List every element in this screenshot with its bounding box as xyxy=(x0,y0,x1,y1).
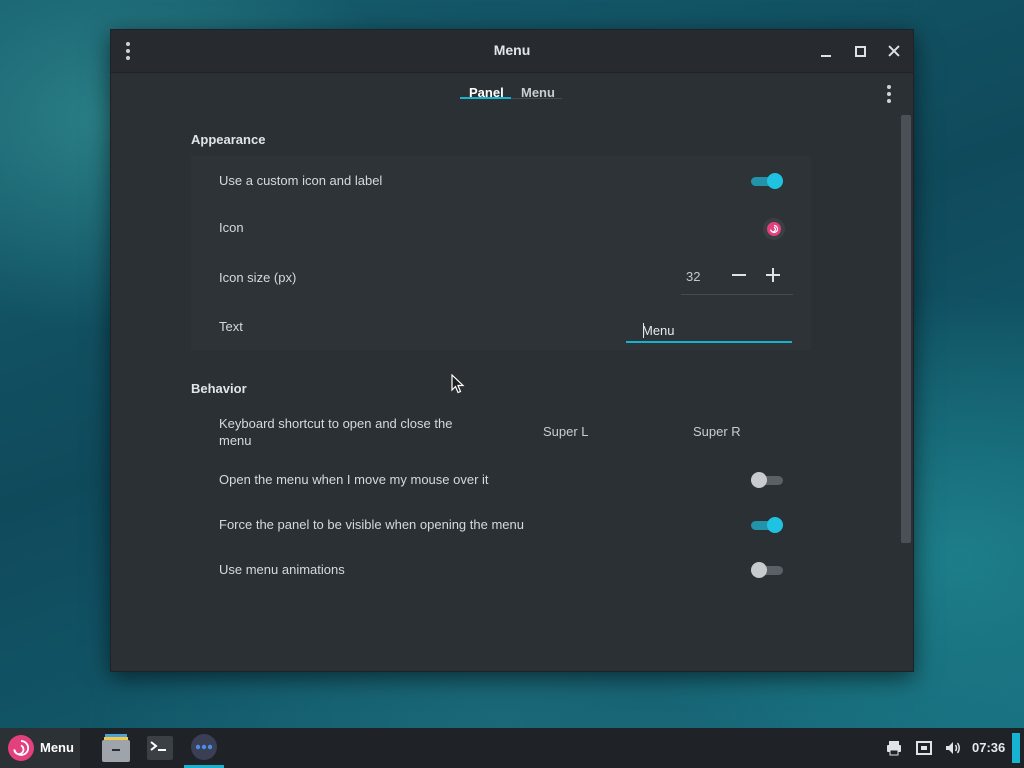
printer-icon[interactable] xyxy=(885,739,903,757)
icon-size-value[interactable]: 32 xyxy=(686,269,700,284)
app-menu-label: Menu xyxy=(40,740,74,755)
maximize-button[interactable] xyxy=(851,42,869,60)
window-title: Menu xyxy=(493,42,531,58)
task-menu-settings[interactable] xyxy=(184,728,224,768)
tab-bar: Panel Menu xyxy=(111,72,913,112)
shortcut-label: Keyboard shortcut to open and close the … xyxy=(219,416,453,448)
settings-window: Menu Panel Menu Appearance Use a custom … xyxy=(110,29,914,672)
force-visible-label: Force the panel to be visible when openi… xyxy=(219,517,524,532)
behavior-heading: Behavior xyxy=(191,381,247,396)
app-menu-button[interactable]: Menu xyxy=(0,728,80,768)
active-tab-indicator xyxy=(460,97,511,99)
titlebar: Menu xyxy=(111,30,913,73)
icon-size-underline xyxy=(681,294,793,295)
mouse-pointer-icon xyxy=(451,374,465,394)
tab-menu[interactable]: Menu xyxy=(521,85,555,108)
custom-icon-label: Use a custom icon and label xyxy=(219,173,383,188)
minimize-button[interactable] xyxy=(817,42,835,60)
task-file-manager[interactable] xyxy=(96,728,136,768)
hover-open-label: Open the menu when I move my mouse over … xyxy=(219,472,489,487)
text-label: Text xyxy=(219,319,243,334)
animations-label: Use menu animations xyxy=(219,562,345,577)
terminal-icon xyxy=(147,736,173,760)
page-options-icon[interactable] xyxy=(887,85,891,103)
icon-label: Icon xyxy=(219,220,244,235)
close-button[interactable] xyxy=(885,42,903,60)
appearance-heading: Appearance xyxy=(191,132,266,147)
file-manager-icon xyxy=(102,734,130,762)
settings-app-icon xyxy=(191,734,217,760)
scrollbar[interactable] xyxy=(901,115,911,543)
clock[interactable]: 07:36 xyxy=(972,740,1005,755)
hover-open-toggle[interactable] xyxy=(751,470,783,490)
force-visible-toggle[interactable] xyxy=(751,515,783,535)
animations-toggle[interactable] xyxy=(751,560,783,580)
debian-logo-icon xyxy=(8,735,34,761)
text-input[interactable]: Menu xyxy=(626,315,792,343)
icon-size-increment-button[interactable] xyxy=(764,266,782,284)
icon-size-label: Icon size (px) xyxy=(219,270,297,285)
network-icon[interactable] xyxy=(915,739,933,757)
shortcut-super-l[interactable]: Super L xyxy=(543,424,589,439)
taskbar: Menu 07:36 xyxy=(0,728,1024,768)
shortcut-super-r[interactable]: Super R xyxy=(693,424,741,439)
volume-icon[interactable] xyxy=(944,739,962,757)
task-terminal[interactable] xyxy=(140,728,180,768)
icon-size-decrement-button[interactable] xyxy=(730,266,748,284)
debian-swirl-icon xyxy=(767,222,781,236)
custom-icon-toggle[interactable] xyxy=(751,171,783,191)
show-desktop-button[interactable] xyxy=(1012,733,1020,763)
text-input-value: Menu xyxy=(642,323,675,338)
icon-chooser-button[interactable] xyxy=(763,218,785,240)
